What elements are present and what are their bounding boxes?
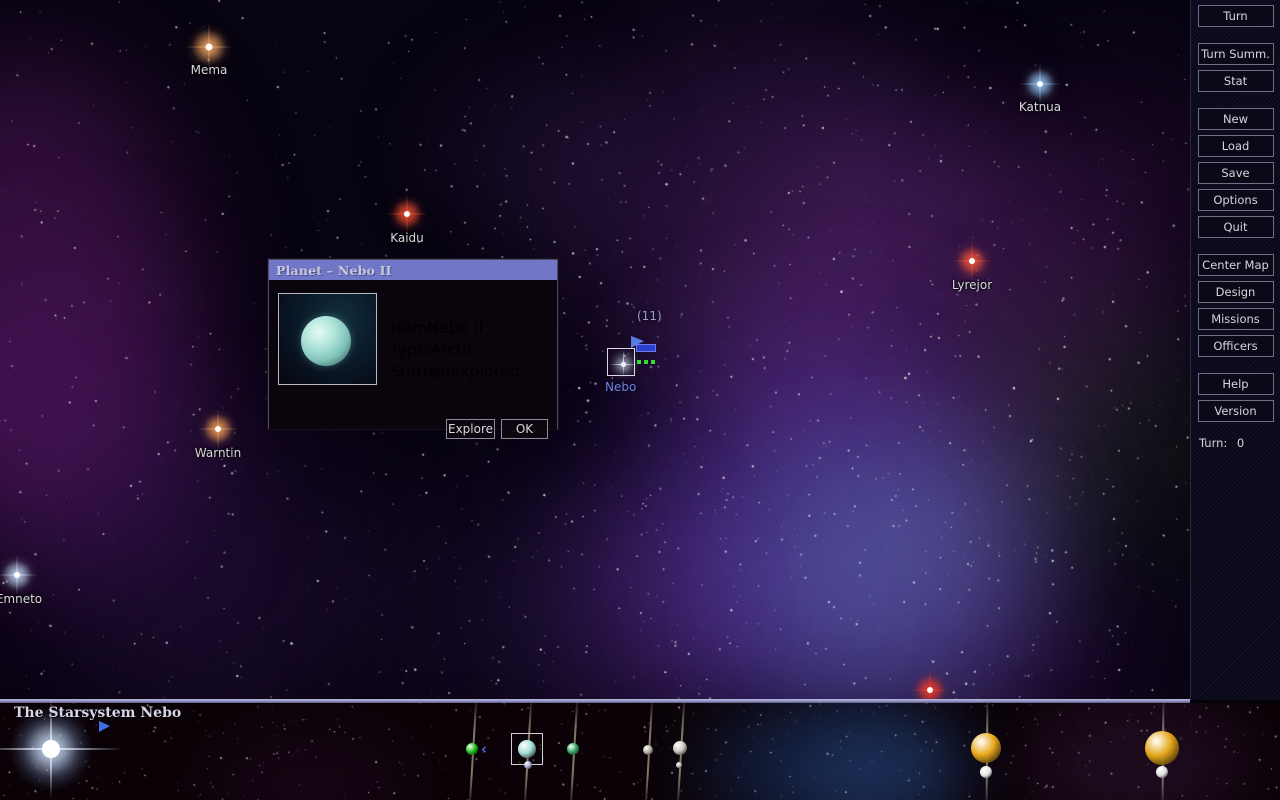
dialog-body: Name: Nebo II Type: Arctic Status: unexp… (269, 280, 557, 439)
orbit-cursor-marker[interactable]: ‹ (481, 740, 487, 758)
moon-of-gas-giant-b[interactable] (1156, 766, 1168, 778)
starsystem-title: The Starsystem Nebo (14, 705, 182, 721)
star-label-warntin: Warntin (194, 446, 242, 460)
turn-summary-button[interactable]: Turn Summ. (1197, 43, 1274, 65)
star-label-mema: Mema (190, 63, 228, 77)
planet-planet-green-outer[interactable] (567, 743, 579, 755)
turn-counter-value: 0 (1236, 436, 1245, 450)
new-button[interactable]: New (1197, 108, 1274, 130)
arctic-planet-thumbnail (278, 293, 377, 385)
system-label-nebo: Nebo (605, 380, 637, 394)
turn-counter: Turn: 0 (1191, 436, 1244, 450)
quit-button[interactable]: Quit (1197, 216, 1274, 238)
center-map-button[interactable]: Center Map (1197, 254, 1274, 276)
options-button[interactable]: Options (1197, 189, 1274, 211)
dialog-title: Planet – Nebo II (276, 262, 392, 278)
turn-counter-label: Turn: (1199, 436, 1228, 450)
planet-planet-grey-a[interactable] (643, 745, 653, 755)
star-label-lyrejor: Lyrejor (951, 278, 993, 292)
star-core-icon (969, 258, 975, 264)
star-label-kaidu: Kaidu (390, 231, 424, 245)
explore-button[interactable]: Explore (446, 419, 495, 439)
sidebar-group-1: Turn Summ. Stat (1191, 43, 1280, 92)
planet-planet-green-inner[interactable] (466, 743, 478, 755)
save-button[interactable]: Save (1197, 162, 1274, 184)
system-direction-arrow-icon[interactable] (99, 721, 110, 732)
star-label-emneto: Emneto (0, 592, 43, 606)
stat-button[interactable]: Stat (1197, 70, 1274, 92)
galaxy-star-map[interactable]: Mema Katnua Kaidu Lyrejor Warntin Emneto (11)… (0, 0, 1190, 700)
ok-button[interactable]: OK (501, 419, 548, 439)
field-label-type: Type: (390, 340, 433, 359)
sidebar-group-4: Help Version (1191, 373, 1280, 422)
system-star-spike-horizontal (0, 748, 123, 750)
planet-gas-giant-b[interactable] (1145, 731, 1179, 765)
missions-button[interactable]: Missions (1197, 308, 1274, 330)
fleet-marker-dot[interactable] (637, 360, 641, 364)
officers-button[interactable]: Officers (1197, 335, 1274, 357)
fleet-strength-bar (636, 344, 656, 352)
dialog-title-bar[interactable]: Planet – Nebo II (269, 260, 557, 280)
help-button[interactable]: Help (1197, 373, 1274, 395)
fleet-marker-dot[interactable] (651, 360, 655, 364)
star-spike-vertical (929, 669, 931, 700)
version-button[interactable]: Version (1197, 400, 1274, 422)
field-value-status: unexplored (430, 362, 520, 381)
moon-of-planet-nebo-ii[interactable] (524, 761, 532, 769)
star-core-icon (927, 687, 933, 693)
command-sidebar: Turn Turn Summ. Stat New Load Save Options Quit… (1190, 0, 1280, 700)
sidebar-group-2: New Load Save Options Quit (1191, 108, 1280, 238)
game-window: Mema Katnua Kaidu Lyrejor Warntin Emneto (11)… (0, 0, 1280, 800)
star-core-icon (404, 211, 410, 217)
moon-of-planet-grey-b[interactable] (676, 762, 682, 768)
planet-gas-giant-a[interactable] (971, 733, 1001, 763)
system-selection-box (607, 348, 637, 376)
star-core-icon (14, 572, 20, 578)
star-label-katnua: Katnua (1018, 100, 1062, 114)
planet-planet-grey-b[interactable] (673, 741, 687, 755)
star-core-icon (215, 426, 221, 432)
system-star-core-icon (42, 740, 60, 758)
field-value-name: Nebo II (427, 318, 484, 337)
star-spike-vertical (623, 350, 624, 376)
field-value-type: Arctic (430, 340, 476, 359)
moon-of-gas-giant-a[interactable] (980, 766, 992, 778)
load-button[interactable]: Load (1197, 135, 1274, 157)
star-core-icon (1037, 81, 1043, 87)
planet-info-dialog[interactable]: Planet – Nebo II Name: Nebo II Type: Arc… (268, 259, 558, 439)
sidebar-group-3: Center Map Design Missions Officers (1191, 254, 1280, 357)
fleet-marker-dot[interactable] (644, 360, 648, 364)
planet-disc-icon (301, 316, 351, 366)
system-planet-count: (11) (637, 309, 662, 323)
star-core-icon (205, 43, 213, 51)
starsystem-panel[interactable]: The Starsystem Nebo ‹ (0, 703, 1280, 800)
turn-button[interactable]: Turn (1197, 5, 1274, 27)
sidebar-group-0: Turn (1191, 5, 1280, 27)
design-button[interactable]: Design (1197, 281, 1274, 303)
